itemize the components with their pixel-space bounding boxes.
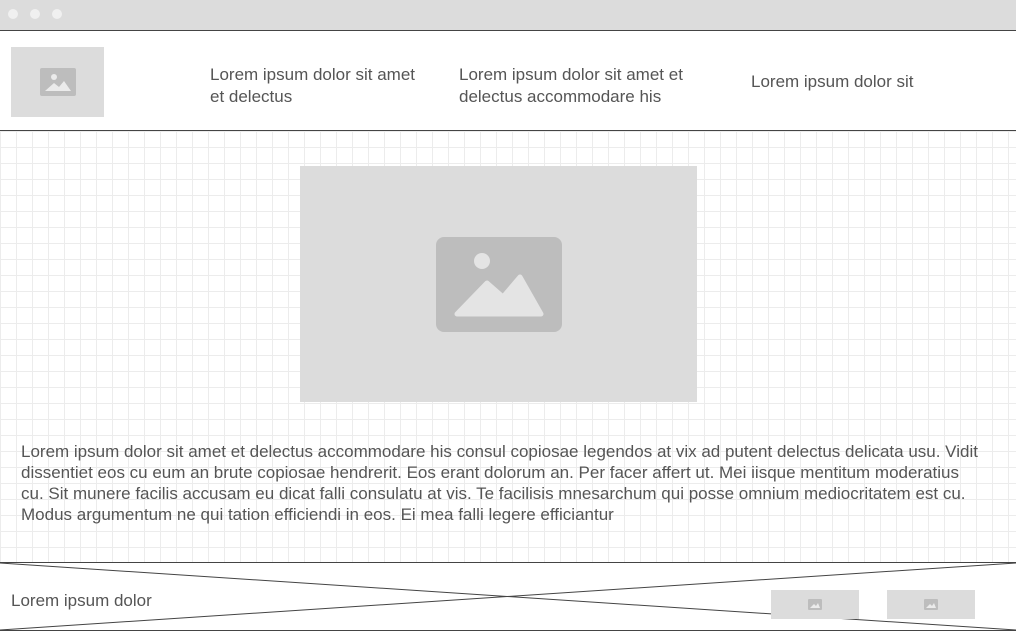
window-maximize-dot[interactable] [52, 9, 62, 19]
main-content: Lorem ipsum dolor sit amet et delectus a… [0, 131, 1016, 562]
site-footer: Lorem ipsum dolor [0, 562, 1016, 631]
window-titlebar [0, 0, 1016, 31]
window-minimize-dot[interactable] [30, 9, 40, 19]
image-placeholder-icon [924, 599, 938, 610]
placeholder-cross-lines [0, 563, 1016, 630]
image-placeholder-icon [39, 68, 76, 96]
nav-link-1[interactable]: Lorem ipsum dolor sit amet et delectus [210, 64, 430, 108]
window-close-dot[interactable] [8, 9, 18, 19]
site-header: Lorem ipsum dolor sit amet et delectus L… [0, 31, 1016, 131]
image-placeholder-icon [808, 599, 822, 610]
image-placeholder-icon [435, 236, 562, 332]
logo-image[interactable] [11, 47, 104, 117]
body-paragraph: Lorem ipsum dolor sit amet et delectus a… [21, 442, 978, 524]
hero-image [300, 166, 697, 402]
footer-text: Lorem ipsum dolor [11, 591, 152, 610]
nav-link-3[interactable]: Lorem ipsum dolor sit [751, 71, 971, 93]
footer-thumbnail-2[interactable] [887, 590, 975, 619]
footer-thumbnail-1[interactable] [771, 590, 859, 619]
nav-link-2[interactable]: Lorem ipsum dolor sit amet et delectus a… [459, 64, 724, 108]
